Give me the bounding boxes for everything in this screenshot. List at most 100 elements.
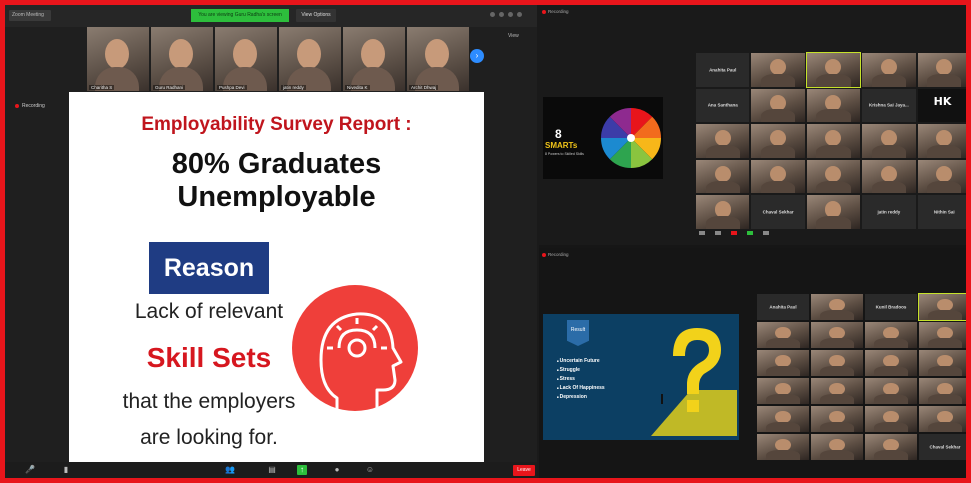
participant-video-tile[interactable] [917,124,966,158]
participant-video-tile[interactable] [865,434,917,460]
participant-video-tile[interactable] [696,159,750,194]
participant-thumbnail[interactable]: Nivedita K [343,27,405,91]
gallery-pane-2: Recording Result Uncertain Future Strugg… [539,248,966,478]
mute-icon[interactable] [699,231,705,235]
zoom-meeting-badge: Zoom Meeting [9,10,51,21]
more-icon[interactable] [763,231,769,235]
participant-video-tile[interactable] [919,322,966,348]
participant-video-tile[interactable] [811,294,863,320]
participant-video-tile[interactable] [806,88,861,123]
reactions-icon[interactable]: ☺ [365,465,375,475]
view-options-button[interactable]: View Options [296,9,336,22]
smarts-subtitle: 8 Powers to Skilled Skills [545,152,584,156]
participant-video-tile[interactable] [757,406,809,432]
participant-name-tile[interactable]: Chaval Sekhar [919,434,966,460]
participant-thumbnail[interactable]: Archit Dhwaj [407,27,469,91]
participant-thumbnail[interactable]: jatin reddy [279,27,341,91]
participant-video-tile[interactable] [917,159,966,194]
participant-name-tile[interactable]: jatin reddy [862,195,916,229]
participant-video-tile[interactable] [806,159,861,194]
video-icon[interactable]: ▮ [61,465,71,475]
participant-video-tile[interactable] [862,124,916,158]
record-icon[interactable]: ● [332,465,342,475]
result-item: Depression [557,394,605,400]
participant-name: Nithin Sai [933,209,955,215]
record-icon[interactable] [731,231,737,235]
leave-button[interactable]: Leave [513,465,535,476]
participant-name: Pushpa Devi [217,85,247,90]
pane-toolbar [699,231,769,239]
participant-video-tile[interactable] [919,350,966,376]
participant-video-tile[interactable] [865,378,917,404]
head-gear-icon [292,285,418,418]
participant-video-tile[interactable] [751,53,805,87]
participant-thumbnail[interactable]: Guru Radhani [151,27,213,91]
share-screen-icon[interactable]: ↑ [297,465,307,475]
participant-video-tile[interactable] [811,350,863,376]
reason-line-skill-sets: Skill Sets [146,342,272,373]
participant-video-tile[interactable] [757,434,809,460]
participant-video-tile[interactable] [917,53,966,87]
share-screen-icon[interactable] [747,231,753,235]
participant-video-tile[interactable] [862,53,916,87]
participant-name-tile[interactable]: Krishna Sai Jaya... [862,88,916,123]
participant-name-tile[interactable]: Kunil Bradoos [865,294,917,320]
participants-icon[interactable]: 👥 [225,465,235,475]
record-dot-icon [542,9,546,14]
participant-name: Anahita Paul [769,304,797,310]
result-item: Stress [557,376,605,382]
result-item: Lack Of Happiness [557,385,605,391]
gallery-pane-1: Recording 8 SMARTs 8 Powers to Skilled S… [539,5,966,245]
chevron-right-icon[interactable]: › [470,49,484,63]
participant-video-tile[interactable] [806,195,861,229]
participant-name-tile[interactable]: Anahita Paul [696,53,750,87]
participant-video-tile[interactable] [811,434,863,460]
participant-video-tile[interactable] [862,159,916,194]
participant-name-tile[interactable]: Ana Santhana [696,88,750,123]
participant-video-tile[interactable] [757,378,809,404]
participant-thumbnail[interactable]: Pushpa Devi [215,27,277,91]
color-wheel-graphic [601,108,661,168]
participant-video-tile[interactable] [696,124,750,158]
participant-name-tile[interactable]: Anahita Paul [757,294,809,320]
participant-video-tile[interactable] [757,322,809,348]
participant-video-tile[interactable] [805,52,862,88]
record-dot-icon [15,104,19,108]
participant-name: Charitha S [89,85,115,90]
participant-thumbnail[interactable]: Charitha S [87,27,149,91]
participant-video-tile[interactable] [751,88,805,123]
hk-logo-icon: HK [933,95,952,109]
slide-headline: 80% Graduates Unemployable [171,148,382,213]
window-controls[interactable] [490,12,530,18]
participant-name-tile[interactable]: Chaval Sekhar [751,195,805,229]
participant-video-tile[interactable] [757,350,809,376]
main-meeting-window: Zoom Meeting You are viewing Guru Radha'… [5,5,537,478]
participant-video-tile[interactable] [865,322,917,348]
recording-indicator: Recording [542,252,569,257]
video-icon[interactable] [715,231,721,235]
participant-video-tile[interactable] [865,350,917,376]
participant-name-tile[interactable]: Nithin Sai [917,195,966,229]
participant-logo-tile[interactable]: HK [917,88,966,123]
participant-video-tile[interactable] [751,159,805,194]
smarts-number: 8 [555,127,562,141]
participant-video-tile[interactable] [811,378,863,404]
participant-video-tile[interactable] [919,378,966,404]
participant-video-tile[interactable] [811,406,863,432]
participant-video-tile[interactable] [751,124,805,158]
participant-video-tile[interactable] [806,124,861,158]
mute-icon[interactable]: 🎤 [25,465,35,475]
view-button[interactable]: View [508,33,519,39]
reason-label: Reason [149,242,269,294]
participant-video-tile[interactable] [696,195,750,229]
participant-video-tile[interactable] [918,293,966,321]
smarts-label: SMARTs [545,141,578,150]
participant-video-tile[interactable] [919,406,966,432]
reason-line-3: that the employers [122,390,296,413]
participant-video-tile[interactable] [811,322,863,348]
chat-icon[interactable]: ▤ [267,465,277,475]
participant-name: Kunil Bradoos [875,304,907,310]
participant-video-tile[interactable] [865,406,917,432]
recording-indicator: Recording [15,103,45,109]
top-bar: Zoom Meeting You are viewing Guru Radha'… [5,5,537,27]
